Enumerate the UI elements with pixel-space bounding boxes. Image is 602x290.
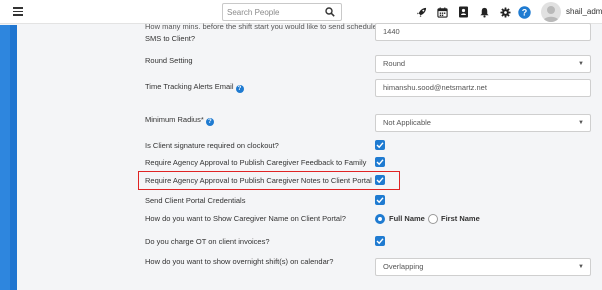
minimum-radius-value: Not Applicable	[383, 118, 431, 127]
user-menu[interactable]: shail_admin	[541, 2, 602, 22]
hamburger-menu-icon[interactable]	[13, 7, 23, 16]
search-input[interactable]	[223, 4, 319, 20]
sidebar	[0, 25, 17, 290]
full-name-radio[interactable]	[375, 214, 385, 224]
avatar[interactable]	[541, 2, 561, 22]
contacts-book-icon[interactable]	[455, 3, 471, 21]
client-signature-label: Is Client signature required on clockout…	[145, 141, 279, 150]
time-tracking-email-text: Time Tracking Alerts Email	[145, 82, 234, 91]
overnight-value: Overlapping	[383, 262, 424, 271]
chevron-down-icon: ▼	[578, 120, 584, 126]
gear-icon[interactable]	[497, 3, 513, 21]
sms-minutes-label-line2: SMS to Client?	[145, 34, 196, 43]
first-name-radio[interactable]	[428, 214, 438, 224]
approval-feedback-checkbox[interactable]	[375, 157, 385, 167]
approval-feedback-label: Require Agency Approval to Publish Careg…	[145, 158, 367, 167]
full-name-option[interactable]: Full Name	[389, 214, 425, 224]
help-icon[interactable]: ?	[205, 118, 214, 126]
client-signature-checkbox[interactable]	[375, 140, 385, 150]
first-name-option[interactable]: First Name	[441, 214, 480, 224]
bell-icon[interactable]	[476, 3, 492, 21]
time-tracking-email-label: Time Tracking Alerts Email?	[145, 82, 244, 93]
minimum-radius-label: Minimum Radius*?	[145, 115, 214, 126]
rocket-icon[interactable]	[413, 3, 429, 21]
svg-text:?: ?	[521, 7, 527, 17]
help-icon[interactable]: ?	[235, 85, 244, 93]
calendar-icon[interactable]	[434, 3, 450, 21]
approval-notes-checkbox[interactable]	[375, 175, 385, 185]
round-setting-value: Round	[383, 59, 406, 68]
round-setting-label: Round Setting	[145, 56, 193, 65]
time-tracking-email-input[interactable]: himanshu.sood@netsmartz.net	[375, 79, 591, 97]
overnight-select[interactable]: Overlapping ▼	[375, 258, 591, 276]
charge-ot-checkbox[interactable]	[375, 236, 385, 246]
minimum-radius-text: Minimum Radius*	[145, 115, 204, 124]
round-setting-select[interactable]: Round ▼	[375, 55, 591, 73]
time-tracking-email-value: himanshu.sood@netsmartz.net	[383, 83, 487, 92]
search-icon[interactable]	[325, 7, 335, 17]
caregiver-name-label: How do you want to Show Caregiver Name o…	[145, 214, 346, 223]
portal-credentials-label: Send Client Portal Credentials	[145, 196, 246, 205]
overnight-label: How do you want to show overnight shift(…	[145, 257, 334, 266]
sms-minutes-label-line1: How many mins. before the shift start yo…	[145, 22, 377, 31]
sidebar-edge	[10, 25, 17, 290]
sms-minutes-value: 1440	[383, 27, 400, 36]
portal-credentials-checkbox[interactable]	[375, 195, 385, 205]
search-box[interactable]	[222, 3, 342, 21]
sms-minutes-input[interactable]: 1440	[375, 23, 591, 41]
approval-notes-label: Require Agency Approval to Publish Careg…	[145, 176, 372, 185]
charge-ot-label: Do you charge OT on client invoices?	[145, 237, 270, 246]
chevron-down-icon: ▼	[578, 61, 584, 67]
username[interactable]: shail_admin	[566, 7, 602, 16]
help-icon[interactable]: ?	[516, 3, 532, 21]
chevron-down-icon: ▼	[578, 264, 584, 270]
top-navbar: ? shail_admin	[0, 0, 602, 24]
minimum-radius-select[interactable]: Not Applicable ▼	[375, 114, 591, 132]
